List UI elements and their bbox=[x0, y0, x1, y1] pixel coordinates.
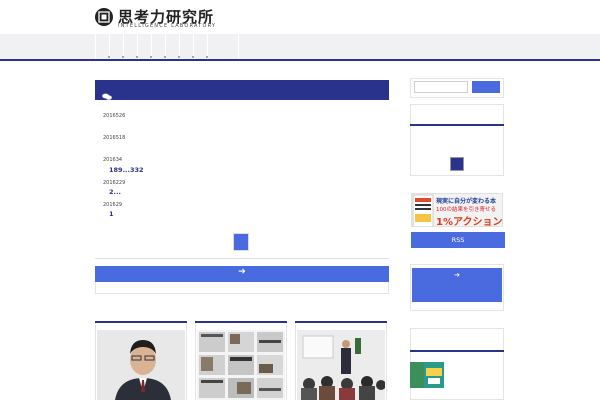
more-news-button[interactable] bbox=[234, 234, 248, 250]
chat-bubbles-icon bbox=[102, 86, 112, 105]
nav-indicator bbox=[150, 56, 152, 58]
news-title-link[interactable]: 1 bbox=[109, 210, 114, 218]
banner-line1: 現実に自分が変わる本 bbox=[436, 198, 497, 205]
more-link-bar[interactable]: ➔ bbox=[95, 266, 389, 282]
nav-indicator bbox=[192, 56, 194, 58]
rss-button[interactable]: RSS bbox=[411, 232, 505, 248]
media-collage-image[interactable] bbox=[197, 330, 285, 400]
arrow-right-icon: ➔ bbox=[238, 267, 246, 277]
news-date: 2016518 bbox=[103, 135, 126, 141]
nav-indicator bbox=[122, 56, 124, 58]
news-title-link[interactable]: 189...332 bbox=[109, 166, 144, 174]
seminar-photo[interactable] bbox=[297, 330, 385, 400]
news-date: 2016229 bbox=[103, 180, 126, 186]
nav-indicator bbox=[136, 56, 138, 58]
sidebar-thumbnail[interactable] bbox=[410, 362, 444, 388]
news-date: 201634 bbox=[103, 157, 123, 163]
news-date: 201629 bbox=[103, 202, 123, 208]
banner-line2: 100の結果を引き寄せる bbox=[436, 207, 496, 213]
widget-title-bar bbox=[410, 350, 504, 352]
news-title-link[interactable]: 2... bbox=[109, 188, 121, 196]
global-nav bbox=[0, 34, 600, 59]
news-header bbox=[95, 80, 389, 100]
nav-indicator bbox=[108, 56, 110, 58]
widget-thumbnail[interactable] bbox=[450, 157, 464, 171]
search-button[interactable] bbox=[472, 81, 500, 93]
nav-indicator bbox=[164, 56, 166, 58]
widget-title-bar bbox=[410, 124, 504, 126]
nav-indicator bbox=[178, 56, 180, 58]
book-banner[interactable]: 現実に自分が変わる本 100の結果を引き寄せる 1%アクション bbox=[411, 193, 503, 227]
banner-line3: 1%アクション bbox=[436, 217, 503, 227]
profile-photo[interactable] bbox=[97, 330, 185, 400]
divider bbox=[95, 258, 389, 259]
logo-mark-icon[interactable] bbox=[95, 8, 113, 26]
arrow-right-icon: ➔ bbox=[454, 271, 460, 279]
nav-underline bbox=[0, 59, 600, 61]
search-input[interactable] bbox=[414, 81, 468, 93]
more-link-box bbox=[95, 282, 389, 294]
nav-item-9[interactable] bbox=[207, 34, 239, 59]
news-date: 2016526 bbox=[103, 113, 126, 119]
nav-indicator bbox=[206, 56, 208, 58]
site-subtitle: INTELLIGENCE LABORATORY bbox=[118, 23, 217, 29]
sidebar-link-panel[interactable]: ➔ bbox=[412, 268, 502, 302]
